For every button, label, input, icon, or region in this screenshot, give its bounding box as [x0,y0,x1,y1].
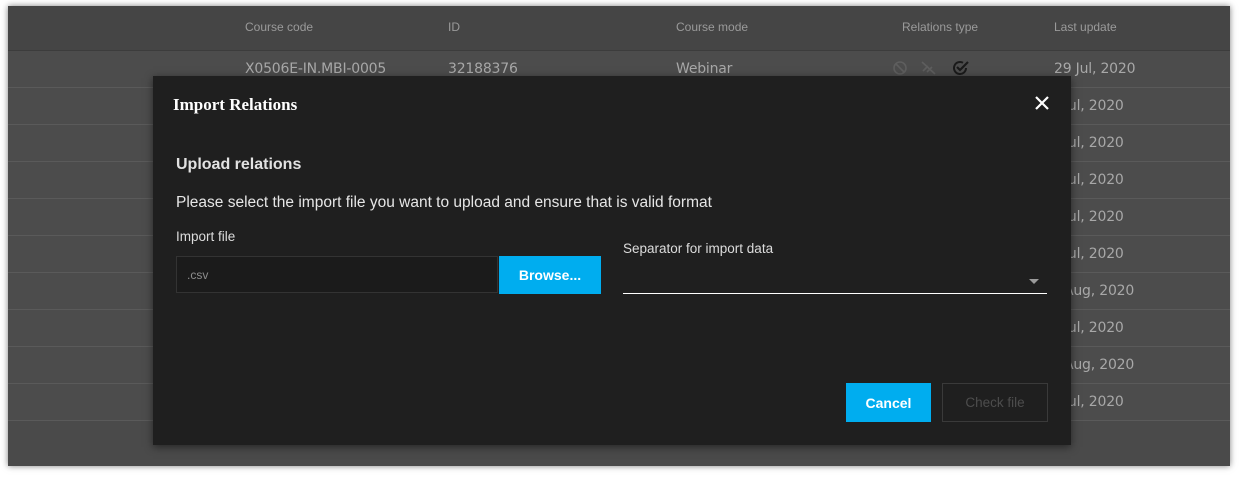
header-id[interactable]: ID [448,20,460,34]
cell-last-update: Jul, 2020 [1064,135,1124,151]
cell-last-update: Aug, 2020 [1064,283,1135,299]
header-course-mode[interactable]: Course mode [676,20,748,34]
header-course-code[interactable]: Course code [245,20,313,34]
file-placeholder: .csv [187,268,209,282]
cell-last-update: Jul, 2020 [1064,172,1124,188]
check-file-button[interactable]: Check file [942,383,1048,422]
close-icon [1035,96,1049,110]
cell-course-code: X0506E-IN.MBI-0005 [245,61,387,77]
header-last-update[interactable]: Last update [1054,20,1117,34]
import-file-label: Import file [176,229,236,244]
close-button[interactable] [1031,92,1053,114]
chevron-down-icon [1029,279,1039,284]
cell-id: 32188376 [448,61,518,77]
cell-last-update: Jul, 2020 [1064,246,1124,262]
cancel-button[interactable]: Cancel [846,383,931,422]
cell-last-update: Jul, 2020 [1064,320,1124,336]
cell-last-update: 29 Jul, 2020 [1054,61,1136,77]
browse-button[interactable]: Browse... [499,256,601,294]
dialog-title: Import Relations [173,95,298,114]
cell-last-update: Jul, 2020 [1064,394,1124,410]
section-title: Upload relations [176,156,302,173]
separator-label: Separator for import data [623,241,774,256]
dialog-description: Please select the import file you want t… [176,194,712,211]
import-relations-dialog: Import Relations Upload relations Please… [153,76,1071,445]
cell-last-update: Aug, 2020 [1064,357,1135,373]
separator-select[interactable] [623,270,1047,294]
header-relations-type[interactable]: Relations type [902,20,978,34]
table-header: Course code ID Course mode Relations typ… [8,6,1230,51]
cell-last-update: Jul, 2020 [1064,209,1124,225]
cell-course-mode: Webinar [676,61,733,77]
import-file-input[interactable]: .csv [176,256,498,293]
cell-last-update: Jul, 2020 [1064,98,1124,114]
